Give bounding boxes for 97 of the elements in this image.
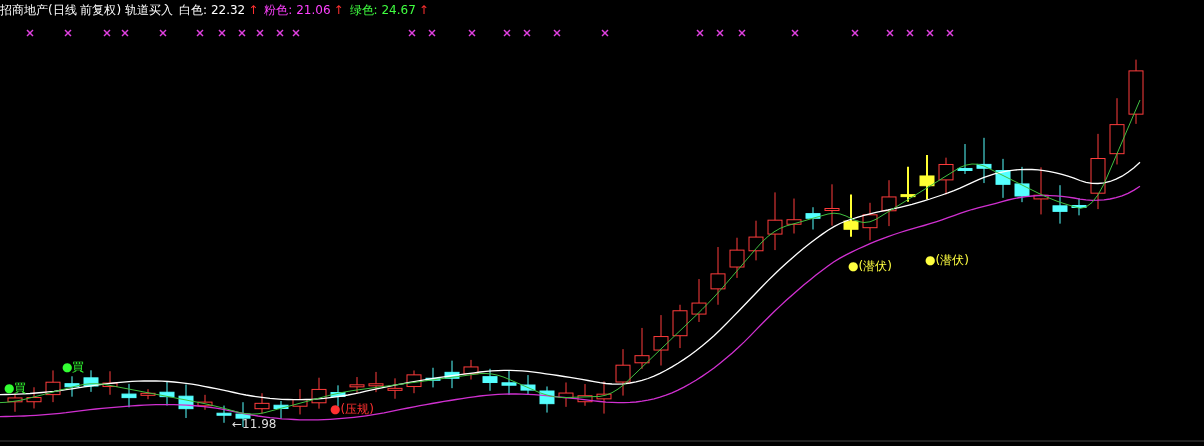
candlestick <box>995 158 1011 199</box>
candlestick <box>900 165 916 203</box>
candlestick <box>26 386 42 409</box>
candlestick <box>634 327 650 370</box>
candlestick <box>273 400 289 419</box>
candlestick <box>957 143 973 175</box>
signal-label: ●(潜伏) <box>848 259 892 273</box>
candlestick <box>577 383 593 407</box>
indicator-label: 绿色: 24.67 <box>349 1 416 19</box>
x-mark-icon <box>946 29 954 37</box>
candlestick <box>83 369 99 393</box>
candlestick <box>444 360 460 389</box>
candlestick <box>919 154 935 201</box>
candlestick <box>824 183 840 227</box>
candlestick <box>501 370 517 396</box>
x-mark-icon <box>886 29 894 37</box>
candlestick <box>767 191 783 251</box>
candlestick <box>254 392 270 415</box>
candlestick <box>292 388 308 415</box>
candlestick <box>558 381 574 408</box>
candlestick <box>387 377 403 400</box>
candlestick <box>672 304 688 349</box>
candlestick <box>1014 166 1030 203</box>
candlestick <box>539 386 555 414</box>
signal-label: ●(潜伏) <box>925 253 969 267</box>
x-mark-icon <box>218 29 226 37</box>
x-mark-icon <box>696 29 704 37</box>
candlestick <box>596 380 612 415</box>
x-mark-icon <box>238 29 246 37</box>
candlestick <box>102 370 118 396</box>
x-mark-icon <box>408 29 416 37</box>
candlestick <box>710 246 726 306</box>
x-mark-icon <box>906 29 914 37</box>
candlestick <box>64 375 80 398</box>
candlestick <box>520 374 536 396</box>
x-mark-icon <box>601 29 609 37</box>
candlestick <box>311 377 327 410</box>
x-mark-icon <box>738 29 746 37</box>
signal-label: ←11.98 <box>232 417 277 431</box>
x-mark-icon <box>64 29 72 37</box>
candlestick <box>881 179 897 227</box>
x-mark-icon <box>851 29 859 37</box>
candlestick <box>178 383 194 419</box>
candlestick <box>463 359 479 380</box>
x-mark-icon <box>503 29 511 37</box>
x-mark-icon <box>276 29 284 37</box>
candlestick <box>425 367 441 388</box>
candlestick <box>976 137 992 184</box>
x-mark-icon <box>926 29 934 37</box>
candlestick <box>482 368 498 392</box>
x-mark-icon <box>26 29 34 37</box>
candlestick <box>406 369 422 394</box>
x-mark-icon <box>791 29 799 37</box>
candlestick <box>121 383 137 408</box>
candlestick <box>862 202 878 241</box>
x-mark-icon <box>292 29 300 37</box>
signal-label: ●(压规) <box>330 402 374 416</box>
chart-title: 招商地产(日线 前复权) 轨道买入 <box>0 1 173 19</box>
candlestick <box>349 376 365 394</box>
candlestick <box>216 405 232 424</box>
candlestick <box>843 193 859 238</box>
x-mark-icon <box>196 29 204 37</box>
candlestick <box>938 157 954 195</box>
candlestick <box>1071 197 1087 216</box>
x-mark-icon <box>468 29 476 37</box>
x-mark-icon <box>428 29 436 37</box>
x-mark-icon <box>121 29 129 37</box>
x-mark-icon <box>553 29 561 37</box>
candlestick <box>1033 166 1049 215</box>
candlestick <box>1128 59 1144 125</box>
x-mark-icon <box>523 29 531 37</box>
indicator-arrow: ↑ <box>248 3 259 17</box>
candlestick <box>140 388 156 400</box>
candlestick <box>653 314 669 366</box>
candlestick <box>691 278 707 323</box>
candlestick <box>159 381 175 406</box>
candlestick <box>368 371 384 393</box>
candlestick <box>729 237 745 279</box>
indicator-label: 白色: 22.32 <box>179 1 246 19</box>
indicator-arrow: ↑ <box>418 3 429 17</box>
candlestick <box>805 206 821 230</box>
signal-label: ●買 <box>4 381 27 395</box>
x-mark-icon <box>716 29 724 37</box>
x-mark-icon <box>159 29 167 37</box>
candlestick <box>748 220 764 261</box>
candlestick <box>45 369 61 403</box>
candlestick <box>1052 184 1068 225</box>
indicator-arrow: ↑ <box>333 3 344 17</box>
x-mark-icon <box>103 29 111 37</box>
candlestick <box>615 348 631 397</box>
candlestick <box>197 394 213 411</box>
x-mark-icon <box>256 29 264 37</box>
indicator-label: 粉色: 21.06 <box>264 1 331 19</box>
signal-label: ●買 <box>62 360 85 374</box>
candlestick <box>7 393 23 413</box>
candlestick <box>786 198 802 234</box>
candlestick <box>1109 97 1125 165</box>
